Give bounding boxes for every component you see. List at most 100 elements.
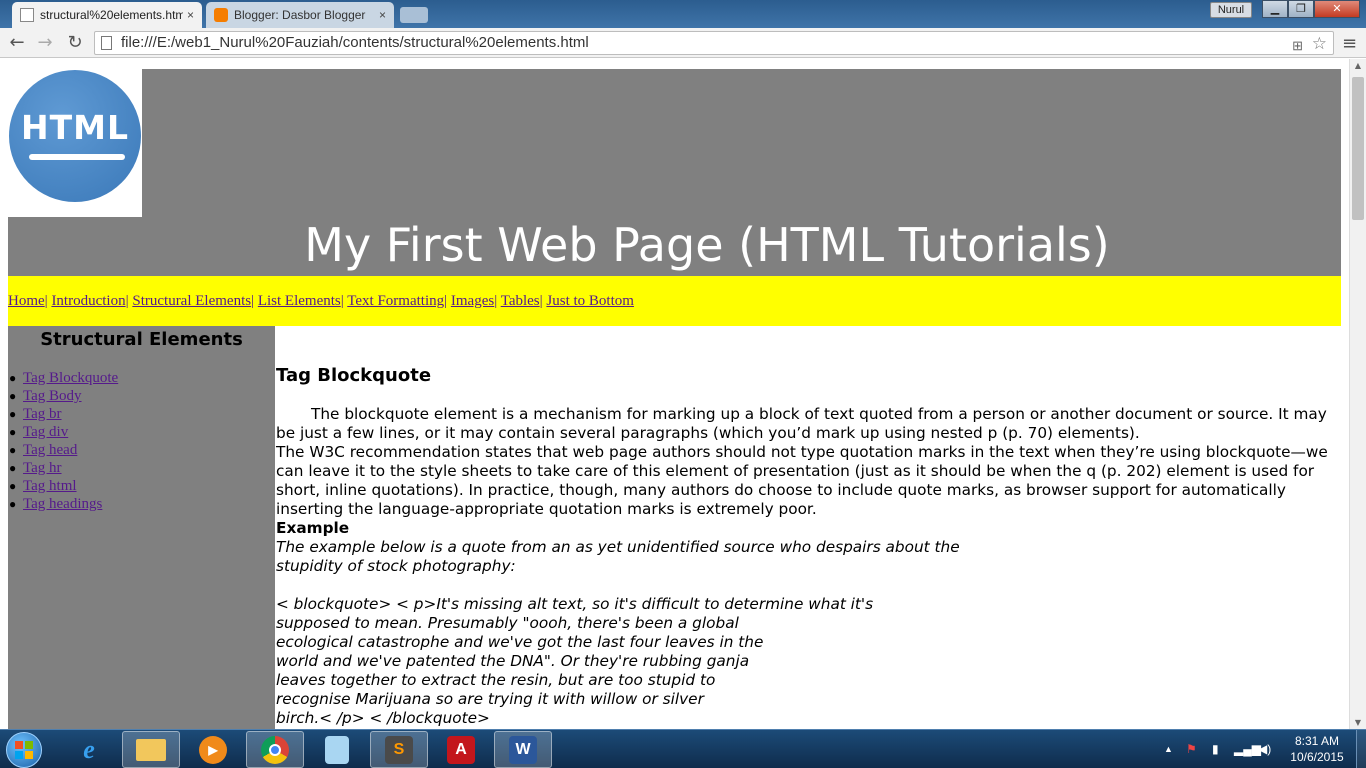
html-logo: HTML [8, 69, 142, 217]
logo-text: HTML [21, 108, 129, 147]
tab-structural-elements[interactable]: structural%20elements.htm × [12, 2, 202, 28]
taskbar-media-player[interactable]: ▶ [184, 731, 242, 768]
sidebar-link[interactable]: Tag Blockquote [23, 370, 118, 386]
code-line: leaves together to extract the resin, bu… [276, 671, 716, 689]
browser-toolbar: ← → ↻ file:///E:/web1_Nurul%20Fauziah/co… [0, 28, 1366, 58]
nav-link-list-elements[interactable]: List Elements [258, 293, 341, 309]
taskbar-adobe-acrobat[interactable]: A [432, 731, 490, 768]
sidebar-link[interactable]: Tag headings [23, 496, 102, 512]
sidebar-link[interactable]: Tag br [23, 406, 62, 422]
sidebar-item-div: ● Tag div [9, 424, 69, 440]
sidebar-item-hr: ● Tag hr [9, 460, 62, 476]
nav-separator: | [125, 293, 129, 309]
chrome-icon [261, 735, 289, 764]
scroll-thumb[interactable] [1352, 77, 1364, 220]
scroll-down-arrow-icon[interactable]: ▼ [1350, 718, 1366, 727]
volume-icon[interactable]: ◀) [1258, 742, 1271, 756]
forward-arrow-icon[interactable]: → [34, 32, 56, 54]
close-window-button[interactable]: ✕ [1314, 0, 1360, 18]
minimize-button[interactable]: ▁ [1262, 0, 1288, 18]
vertical-scrollbar[interactable]: ▲ ▼ [1349, 59, 1366, 729]
show-hidden-icons-icon[interactable]: ▲ [1164, 744, 1173, 754]
sidebar-item-body: ● Tag Body [9, 388, 82, 404]
taskbar-microsoft-word[interactable]: W [494, 731, 552, 768]
tab-title: structural%20elements.htm [40, 8, 183, 22]
show-desktop-button[interactable] [1356, 730, 1366, 768]
bookmark-star-icon[interactable]: ☆ [1312, 33, 1327, 54]
chrome-menu-icon[interactable]: ≡ [1342, 33, 1357, 54]
paragraph: The blockquote element is a mechanism fo… [276, 405, 1327, 442]
nav-separator: | [539, 293, 543, 309]
sidebar-item-br: ● Tag br [9, 406, 62, 422]
tab-blogger[interactable]: Blogger: Dasbor Blogger × [206, 2, 394, 28]
code-line: world and we've patented the DNA". Or th… [276, 652, 750, 670]
code-line: recognise Marijuana so are trying it wit… [276, 690, 704, 708]
nav-separator: | [251, 293, 255, 309]
tab-close-icon[interactable]: × [379, 8, 386, 22]
site-title: My First Web Page (HTML Tutorials) [304, 218, 1110, 272]
start-button[interactable] [6, 732, 42, 768]
nav-link-images[interactable]: Images [451, 293, 494, 309]
profile-badge[interactable]: Nurul [1210, 2, 1252, 18]
sublime-text-icon: S [385, 735, 413, 764]
page-viewport: HTML My First Web Page (HTML Tutorials) … [0, 59, 1366, 729]
nav-link-introduction[interactable]: Introduction [51, 293, 125, 309]
acrobat-icon: A [447, 735, 475, 764]
clock-time[interactable]: 8:31 AM [1286, 734, 1348, 748]
sidebar-item-head: ● Tag head [9, 442, 78, 458]
html-logo-icon: HTML [9, 70, 141, 202]
sidebar: Structural Elements ● Tag Blockquote ● Tag… [8, 326, 275, 729]
reload-icon[interactable]: ↻ [64, 32, 86, 54]
taskbar-sublime-text[interactable]: S [370, 731, 428, 768]
sidebar-list: ● Tag Blockquote ● Tag Body ● Tag br ● Tag d… [8, 369, 118, 513]
maximize-button[interactable]: ❐ [1288, 0, 1314, 18]
page-favicon-icon [20, 8, 34, 22]
scroll-up-arrow-icon[interactable]: ▲ [1350, 61, 1366, 70]
sidebar-link[interactable]: Tag hr [23, 460, 62, 476]
example-intro-line: stupidity of stock photography: [276, 557, 516, 575]
nav-separator: | [444, 293, 448, 309]
translate-icon[interactable]: ⊞ [1292, 35, 1303, 54]
sidebar-link[interactable]: Tag html [23, 478, 77, 494]
sidebar-item-headings: ● Tag headings [9, 496, 103, 512]
sidebar-link[interactable]: Tag div [23, 424, 68, 440]
nav-link-text-formatting[interactable]: Text Formatting [347, 293, 444, 309]
address-bar[interactable]: file:///E:/web1_Nurul%20Fauziah/contents… [94, 31, 1334, 55]
sidebar-link[interactable]: Tag head [23, 442, 77, 458]
paragraph: The W3C recommendation states that web p… [276, 443, 1328, 518]
windows-logo-icon [14, 740, 34, 760]
example-intro-line: The example below is a quote from an as … [276, 538, 960, 556]
nav-link-structural-elements[interactable]: Structural Elements [132, 293, 251, 309]
sidebar-item-html: ● Tag html [9, 478, 77, 494]
page-header: HTML My First Web Page (HTML Tutorials) [8, 69, 1341, 276]
code-line: supposed to mean. Presumably "oooh, ther… [276, 614, 739, 632]
nav-link-just-to-bottom[interactable]: Just to Bottom [546, 293, 634, 309]
notepad-icon [325, 735, 349, 764]
nav-link-home[interactable]: Home [8, 293, 45, 309]
nav-separator: | [44, 293, 48, 309]
battery-icon[interactable]: ▮ [1212, 742, 1219, 756]
word-icon: W [509, 735, 537, 764]
taskbar-internet-explorer[interactable]: e [60, 731, 118, 768]
nav-link-tables[interactable]: Tables [501, 293, 540, 309]
clock-date[interactable]: 10/6/2015 [1286, 750, 1348, 764]
content-body: The blockquote element is a mechanism fo… [276, 405, 1336, 728]
system-tray: ▲ ⚑ ▮ ▂▄▆ ◀) 8:31 AM 10/6/2015 [1160, 730, 1360, 768]
tab-strip: structural%20elements.htm × Blogger: Das… [0, 0, 1366, 28]
logo-underline [29, 154, 125, 160]
taskbar-notepad[interactable] [308, 731, 366, 768]
new-tab-button[interactable] [400, 7, 428, 23]
network-signal-icon[interactable]: ▂▄▆ [1234, 742, 1261, 756]
tab-close-icon[interactable]: × [187, 8, 194, 22]
back-arrow-icon[interactable]: ← [6, 32, 28, 54]
example-label: Example [276, 519, 350, 537]
sidebar-link[interactable]: Tag Body [23, 388, 82, 404]
main-navigation: Home| Introduction| Structural Elements|… [8, 276, 1341, 326]
content-heading: Tag Blockquote [276, 365, 432, 386]
taskbar-file-explorer[interactable] [122, 731, 180, 768]
action-center-flag-icon[interactable]: ⚑ [1186, 742, 1197, 756]
taskbar-google-chrome[interactable] [246, 731, 304, 768]
code-line: < blockquote> < p>It's missing alt text,… [276, 595, 874, 613]
main-content: Tag Blockquote The blockquote element is… [276, 326, 1341, 729]
